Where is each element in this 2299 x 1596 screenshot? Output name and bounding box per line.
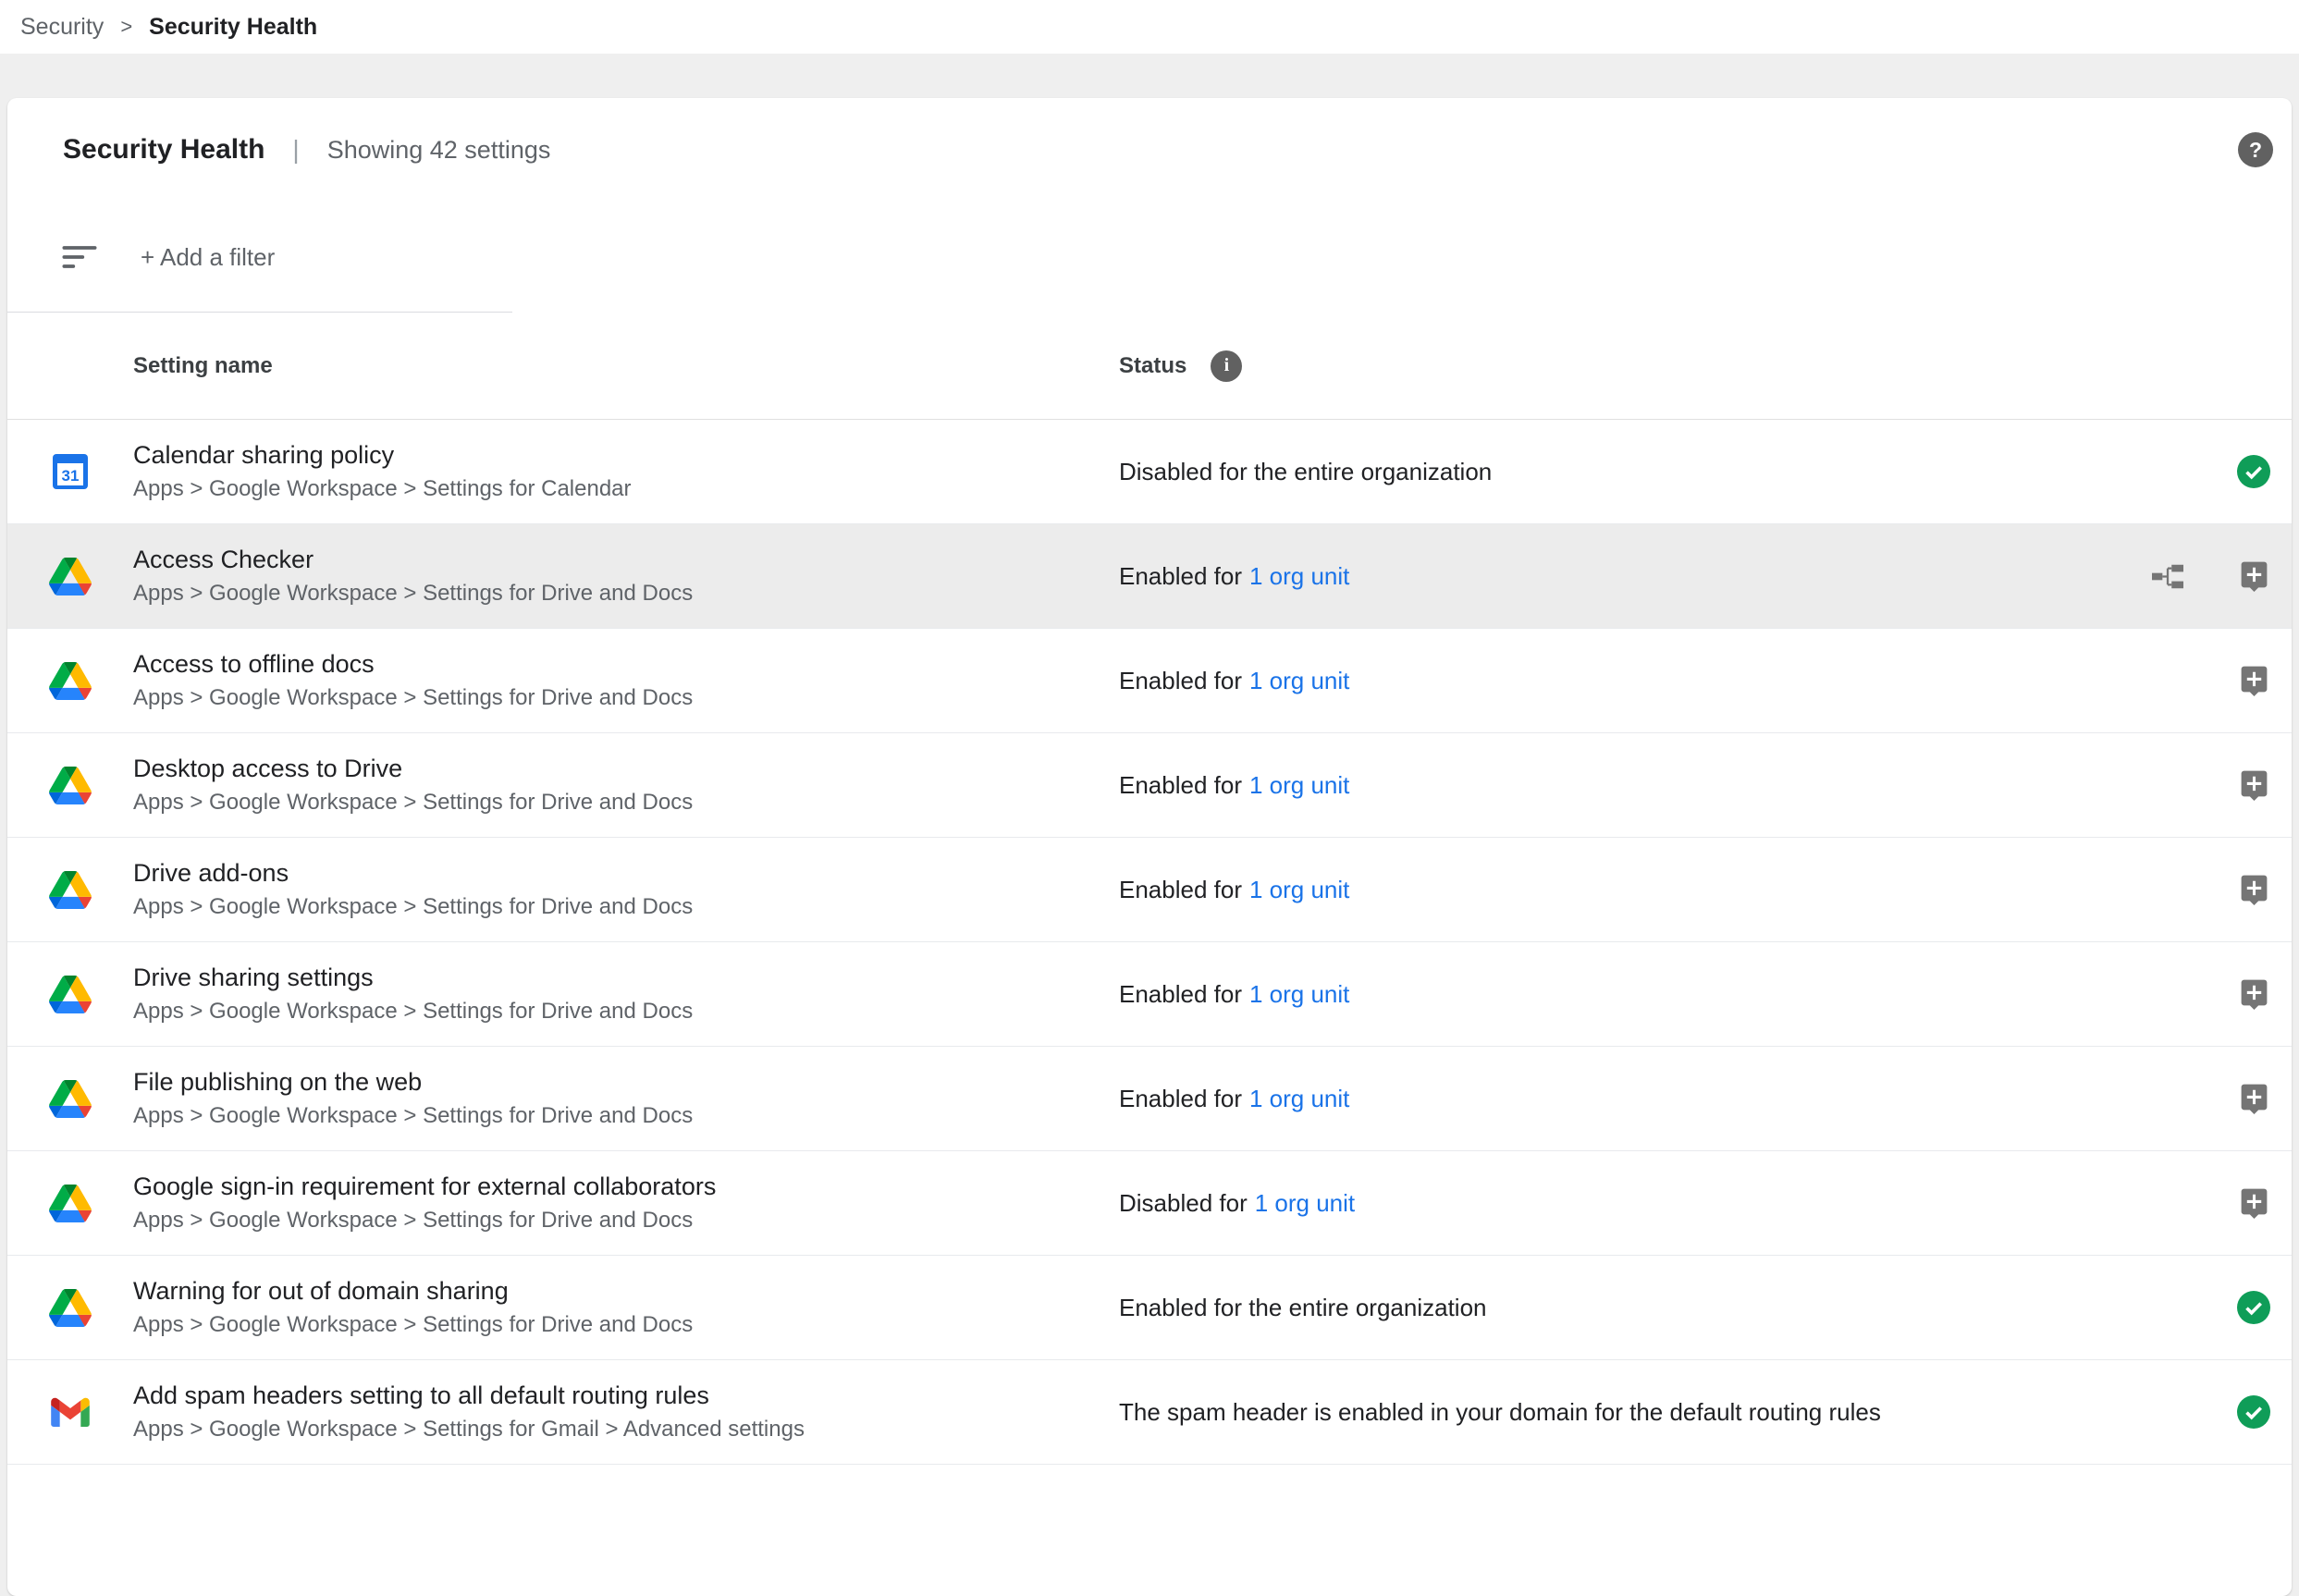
flag-add-icon[interactable] [2237, 1185, 2271, 1221]
table-row[interactable]: Drive sharing settings Apps > Google Wor… [7, 942, 2292, 1047]
table-row[interactable]: Drive add-ons Apps > Google Workspace > … [7, 838, 2292, 942]
check-circle-icon [2236, 1290, 2271, 1325]
add-filter-button[interactable]: + Add a filter [141, 243, 275, 272]
setting-name: Access to offline docs [133, 650, 1119, 679]
flag-add-icon[interactable] [2237, 559, 2271, 594]
flag-add-icon[interactable] [2237, 1081, 2271, 1116]
setting-path: Apps > Google Workspace > Settings for D… [133, 1103, 1119, 1129]
table-row[interactable]: Warning for out of domain sharing Apps >… [7, 1256, 2292, 1360]
status-org-unit-link[interactable]: 1 org unit [1249, 876, 1349, 903]
setting-path: Apps > Google Workspace > Settings for D… [133, 685, 1119, 711]
status-cell: The spam header is enabled in your domai… [1119, 1398, 1881, 1427]
status-text: Enabled for [1119, 771, 1242, 799]
status-cell: Enabled for 1 org unit [1119, 1085, 1349, 1113]
setting-name: Desktop access to Drive [133, 755, 1119, 783]
flag-add-icon[interactable] [2237, 767, 2271, 803]
status-cell: Enabled for1 org unit [1119, 980, 1349, 1009]
status-org-unit-link[interactable]: 1 org unit [1249, 667, 1349, 694]
title-divider: | [292, 135, 299, 165]
status-org-unit-link[interactable]: 1 org unit [1249, 980, 1349, 1008]
column-status: Status [1119, 353, 1186, 379]
status-text: Enabled for [1119, 1085, 1242, 1112]
status-org-unit-link[interactable]: 1 org unit [1249, 562, 1349, 590]
setting-name: Drive sharing settings [133, 964, 1119, 992]
table-row[interactable]: Access Checker Apps > Google Workspace >… [7, 524, 2292, 629]
check-circle-icon [2236, 454, 2271, 489]
check-circle-icon [2236, 1394, 2271, 1430]
flag-add-icon[interactable] [2237, 663, 2271, 698]
drive-icon [49, 1080, 92, 1118]
status-text: Enabled for [1119, 562, 1242, 590]
gmail-icon [51, 1397, 90, 1427]
drive-icon [49, 558, 92, 595]
setting-name: Warning for out of domain sharing [133, 1277, 1119, 1306]
drive-icon [49, 1185, 92, 1222]
setting-path: Apps > Google Workspace > Settings for D… [133, 894, 1119, 920]
settings-table-body: 31 Calendar sharing policy Apps > Google… [7, 420, 2292, 1465]
table-row[interactable]: Add spam headers setting to all default … [7, 1360, 2292, 1465]
setting-name: Add spam headers setting to all default … [133, 1381, 1119, 1410]
drive-icon [49, 1289, 92, 1327]
table-header: Setting name Status i [7, 313, 2292, 420]
status-cell: Enabled for1 org unit [1119, 771, 1349, 800]
drive-icon [49, 976, 92, 1013]
setting-path: Apps > Google Workspace > Settings for D… [133, 999, 1119, 1025]
filter-icon[interactable] [61, 244, 98, 270]
drive-icon [49, 662, 92, 700]
calendar-icon: 31 [52, 453, 89, 490]
setting-name: Access Checker [133, 546, 1119, 574]
status-text: Disabled for [1119, 1189, 1248, 1217]
setting-name: Google sign-in requirement for external … [133, 1172, 1119, 1201]
status-cell: Enabled for1 org unit [1119, 562, 1349, 591]
status-text: The spam header is enabled in your domai… [1119, 1398, 1881, 1426]
status-cell: Disabled for1 org unit [1119, 1189, 1355, 1218]
status-info-icon[interactable]: i [1211, 350, 1242, 382]
status-org-unit-link[interactable]: 1 org unit [1249, 771, 1349, 799]
status-cell: Enabled for 1 org unit [1119, 876, 1349, 904]
setting-path: Apps > Google Workspace > Settings for D… [133, 790, 1119, 816]
org-units-override-icon [2152, 564, 2183, 589]
security-health-card: Security Health | Showing 42 settings ? … [7, 98, 2292, 1596]
filter-bar: + Add a filter [7, 202, 2292, 313]
flag-add-icon[interactable] [2237, 976, 2271, 1012]
card-header: Security Health | Showing 42 settings ? [7, 98, 2292, 202]
status-text: Enabled for [1119, 876, 1242, 903]
column-setting-name: Setting name [133, 353, 1119, 379]
breadcrumb-security[interactable]: Security [20, 14, 104, 41]
status-cell: Enabled for 1 org unit [1119, 667, 1349, 695]
status-cell: Disabled for the entire organization [1119, 458, 1492, 486]
setting-path: Apps > Google Workspace > Settings for C… [133, 476, 1119, 502]
setting-name: Drive add-ons [133, 859, 1119, 888]
drive-icon [49, 871, 92, 909]
table-row[interactable]: 31 Calendar sharing policy Apps > Google… [7, 420, 2292, 524]
status-org-unit-link[interactable]: 1 org unit [1255, 1189, 1355, 1217]
drive-icon [49, 767, 92, 804]
filter-divider [7, 312, 512, 313]
setting-path: Apps > Google Workspace > Settings for D… [133, 1312, 1119, 1338]
status-text: Disabled for the entire organization [1119, 458, 1492, 485]
table-row[interactable]: Desktop access to Drive Apps > Google Wo… [7, 733, 2292, 838]
status-cell: Enabled for the entire organization [1119, 1294, 1487, 1322]
setting-path: Apps > Google Workspace > Settings for D… [133, 1208, 1119, 1234]
breadcrumb: Security > Security Health [0, 0, 2299, 54]
breadcrumb-security-health: Security Health [149, 14, 317, 41]
status-org-unit-link[interactable]: 1 org unit [1249, 1085, 1349, 1112]
table-row[interactable]: Google sign-in requirement for external … [7, 1151, 2292, 1256]
setting-path: Apps > Google Workspace > Settings for D… [133, 581, 1119, 607]
page-title: Security Health [63, 134, 264, 166]
status-text: Enabled for the entire organization [1119, 1294, 1487, 1321]
status-text: Enabled for [1119, 667, 1242, 694]
setting-name: Calendar sharing policy [133, 441, 1119, 470]
svg-text:31: 31 [62, 467, 80, 485]
table-row[interactable]: File publishing on the web Apps > Google… [7, 1047, 2292, 1151]
table-row[interactable]: Access to offline docs Apps > Google Wor… [7, 629, 2292, 733]
help-icon[interactable]: ? [2238, 132, 2273, 167]
setting-path: Apps > Google Workspace > Settings for G… [133, 1417, 1119, 1443]
settings-count: Showing 42 settings [327, 136, 551, 165]
flag-add-icon[interactable] [2237, 872, 2271, 907]
breadcrumb-separator-icon: > [120, 15, 132, 39]
status-text: Enabled for [1119, 980, 1242, 1008]
setting-name: File publishing on the web [133, 1068, 1119, 1097]
